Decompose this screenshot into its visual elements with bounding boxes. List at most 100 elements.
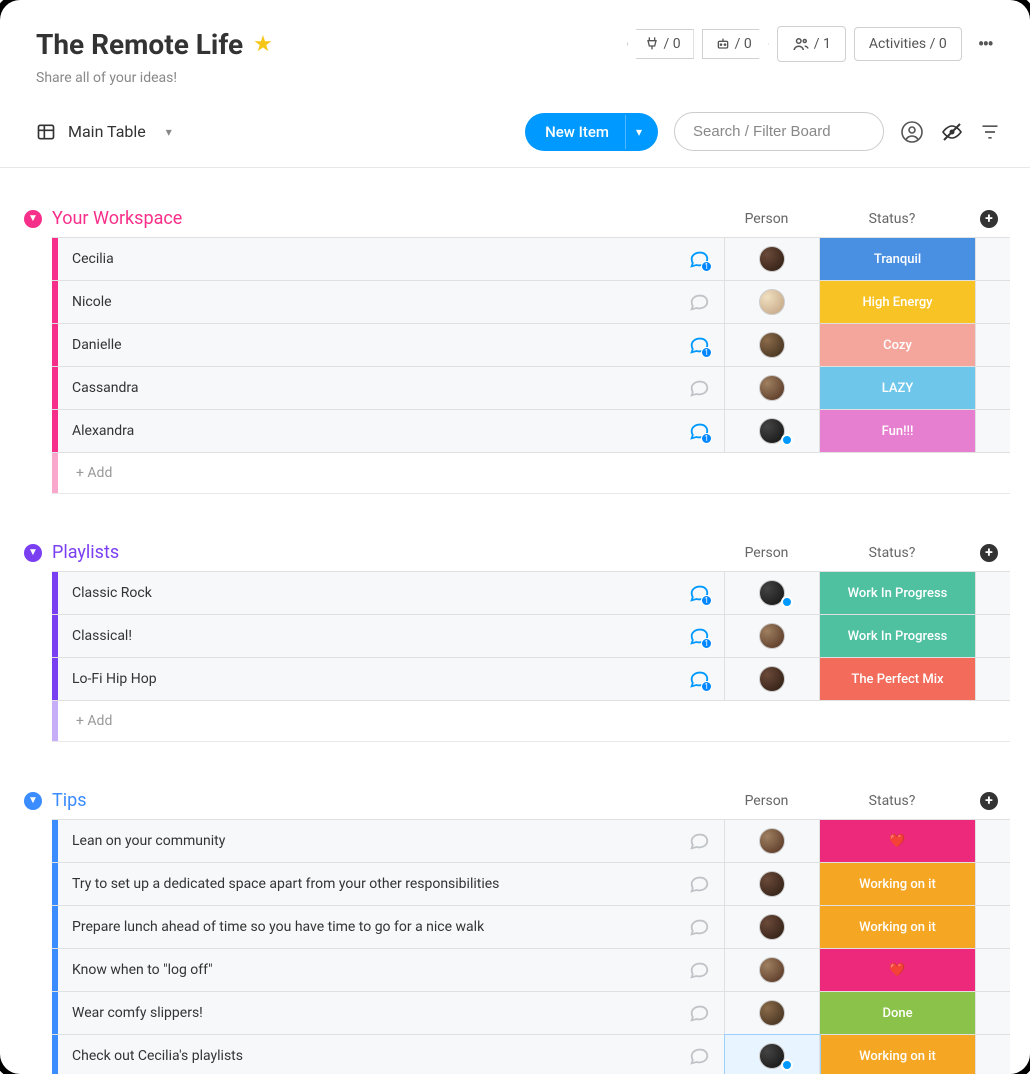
row-name-cell[interactable]: Check out Cecilia's playlists <box>58 1035 725 1074</box>
row-name-cell[interactable]: Wear comfy slippers! <box>58 992 725 1034</box>
column-header-person[interactable]: Person <box>719 793 814 809</box>
row-name-cell[interactable]: Danielle 1 <box>58 324 725 366</box>
row-status-cell[interactable]: The Perfect Mix <box>820 658 976 700</box>
row-status-cell[interactable]: Work In Progress <box>820 615 976 657</box>
row-name-cell[interactable]: Prepare lunch ahead of time so you have … <box>58 906 725 948</box>
add-row[interactable]: + Add <box>52 453 1010 494</box>
search-input[interactable] <box>674 112 884 151</box>
column-header-person[interactable]: Person <box>719 211 814 227</box>
chat-icon[interactable] <box>688 291 710 313</box>
more-icon[interactable]: ••• <box>970 24 1000 64</box>
row-person-cell[interactable] <box>725 281 820 323</box>
chat-icon[interactable] <box>688 959 710 981</box>
row-person-cell[interactable] <box>725 992 820 1034</box>
row-status-cell[interactable]: Working on it <box>820 1035 976 1074</box>
chat-icon[interactable]: 1 <box>688 334 710 356</box>
activities-badge[interactable]: Activities / 0 <box>854 27 962 61</box>
table-row[interactable]: Classical! 1 Work In Progress <box>52 614 1010 657</box>
table-row[interactable]: Nicole High Energy <box>52 280 1010 323</box>
row-name-cell[interactable]: Know when to "log off" <box>58 949 725 991</box>
collapse-icon[interactable]: ▼ <box>24 544 42 562</box>
row-name-cell[interactable]: Classical! 1 <box>58 615 725 657</box>
row-name-cell[interactable]: Cecilia 1 <box>58 238 725 280</box>
table-row[interactable]: Wear comfy slippers! Done <box>52 991 1010 1034</box>
row-name-cell[interactable]: Lean on your community <box>58 820 725 862</box>
members-badge[interactable]: / 1 <box>777 26 846 62</box>
row-name-cell[interactable]: Alexandra 1 <box>58 410 725 452</box>
table-row[interactable]: Lo-Fi Hip Hop 1 The Perfect Mix <box>52 657 1010 701</box>
row-person-cell[interactable] <box>725 238 820 280</box>
chat-icon[interactable]: 1 <box>688 625 710 647</box>
row-status-cell[interactable]: Work In Progress <box>820 572 976 614</box>
row-person-cell[interactable] <box>725 1035 820 1074</box>
filter-icon[interactable] <box>980 122 1000 142</box>
row-person-cell[interactable] <box>725 615 820 657</box>
table-row[interactable]: Alexandra 1 Fun!!! <box>52 409 1010 453</box>
chat-icon[interactable] <box>688 377 710 399</box>
row-person-cell[interactable] <box>725 367 820 409</box>
collapse-icon[interactable]: ▼ <box>24 792 42 810</box>
row-person-cell[interactable] <box>725 949 820 991</box>
row-person-cell[interactable] <box>725 658 820 700</box>
row-person-cell[interactable] <box>725 410 820 452</box>
chat-icon[interactable] <box>688 1002 710 1024</box>
row-status-cell[interactable]: LAZY <box>820 367 976 409</box>
add-column-button[interactable]: + <box>980 544 998 562</box>
row-status-cell[interactable]: Working on it <box>820 906 976 948</box>
add-column-button[interactable]: + <box>980 210 998 228</box>
column-header-status[interactable]: Status? <box>814 793 970 809</box>
star-icon[interactable]: ★ <box>253 32 273 57</box>
collapse-icon[interactable]: ▼ <box>24 210 42 228</box>
chat-icon[interactable]: 1 <box>688 248 710 270</box>
row-person-cell[interactable] <box>725 572 820 614</box>
automations-badge[interactable]: / 0 <box>702 29 769 59</box>
row-status-cell[interactable]: Working on it <box>820 863 976 905</box>
chat-icon[interactable]: 1 <box>688 582 710 604</box>
add-row[interactable]: + Add <box>52 701 1010 742</box>
chat-icon[interactable]: 1 <box>688 668 710 690</box>
integrations-badge[interactable]: / 0 <box>627 29 694 59</box>
row-status-cell[interactable]: Fun!!! <box>820 410 976 452</box>
row-status-cell[interactable]: Done <box>820 992 976 1034</box>
row-status-cell[interactable]: Tranquil <box>820 238 976 280</box>
group-title[interactable]: Tips <box>52 790 87 811</box>
table-row[interactable]: Cecilia 1 Tranquil <box>52 237 1010 280</box>
row-person-cell[interactable] <box>725 324 820 366</box>
table-row[interactable]: Danielle 1 Cozy <box>52 323 1010 366</box>
new-item-button[interactable]: New Item ▾ <box>525 113 658 151</box>
chat-icon[interactable]: 1 <box>688 420 710 442</box>
chat-icon[interactable] <box>688 916 710 938</box>
row-name-cell[interactable]: Try to set up a dedicated space apart fr… <box>58 863 725 905</box>
group-title[interactable]: Your Workspace <box>52 208 182 229</box>
chat-icon[interactable] <box>688 1045 710 1067</box>
table-row[interactable]: Classic Rock 1 Work In Progress <box>52 571 1010 614</box>
table-row[interactable]: Cassandra LAZY <box>52 366 1010 409</box>
add-column-button[interactable]: + <box>980 792 998 810</box>
row-person-cell[interactable] <box>725 863 820 905</box>
view-switcher[interactable]: Main Table ▾ <box>36 122 172 142</box>
chat-icon[interactable] <box>688 873 710 895</box>
column-header-status[interactable]: Status? <box>814 545 970 561</box>
row-status-cell[interactable]: ❤️ <box>820 820 976 862</box>
row-status-cell[interactable]: High Energy <box>820 281 976 323</box>
new-item-dropdown[interactable]: ▾ <box>625 115 658 149</box>
table-row[interactable]: Prepare lunch ahead of time so you have … <box>52 905 1010 948</box>
row-name-cell[interactable]: Classic Rock 1 <box>58 572 725 614</box>
row-person-cell[interactable] <box>725 906 820 948</box>
row-name-cell[interactable]: Cassandra <box>58 367 725 409</box>
table-row[interactable]: Try to set up a dedicated space apart fr… <box>52 862 1010 905</box>
eye-hidden-icon[interactable] <box>940 120 964 144</box>
row-name-cell[interactable]: Nicole <box>58 281 725 323</box>
row-status-cell[interactable]: Cozy <box>820 324 976 366</box>
group-title[interactable]: Playlists <box>52 542 119 563</box>
chat-icon[interactable] <box>688 830 710 852</box>
row-status-cell[interactable]: ❤️ <box>820 949 976 991</box>
row-person-cell[interactable] <box>725 820 820 862</box>
column-header-status[interactable]: Status? <box>814 211 970 227</box>
table-row[interactable]: Lean on your community ❤️ <box>52 819 1010 862</box>
person-filter-icon[interactable] <box>900 120 924 144</box>
column-header-person[interactable]: Person <box>719 545 814 561</box>
row-name-cell[interactable]: Lo-Fi Hip Hop 1 <box>58 658 725 700</box>
table-row[interactable]: Know when to "log off" ❤️ <box>52 948 1010 991</box>
table-row[interactable]: Check out Cecilia's playlists Working on… <box>52 1034 1010 1074</box>
